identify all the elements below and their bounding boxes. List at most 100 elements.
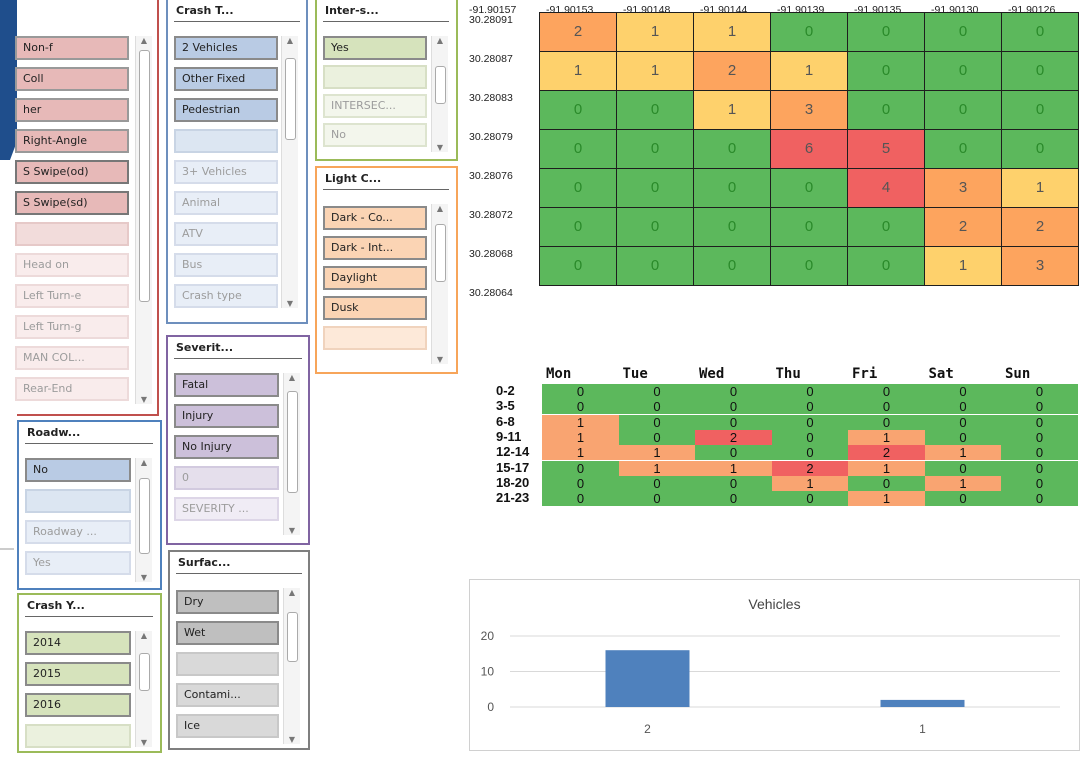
surface-scrollbar[interactable]: ▲ ▼ (283, 588, 300, 744)
slicer-item[interactable]: Dark - Co... (323, 206, 427, 230)
scroll-down-icon[interactable]: ▼ (284, 526, 300, 535)
intersection-scrollbar[interactable]: ▲ ▼ (431, 36, 448, 152)
scroll-thumb[interactable] (139, 478, 150, 554)
heatmap-cell: 0 (693, 129, 771, 169)
slicer-item[interactable]: Non-f (15, 36, 129, 60)
heatmap-cell: 0 (848, 384, 925, 399)
slicer-item[interactable] (174, 129, 278, 153)
scroll-up-icon[interactable]: ▲ (284, 588, 300, 597)
slicer-item[interactable]: 3+ Vehicles (174, 160, 278, 184)
slicer-item[interactable]: Pedestrian (174, 98, 278, 122)
scroll-thumb[interactable] (287, 612, 298, 662)
scroll-down-icon[interactable]: ▼ (284, 735, 300, 744)
slicer-item[interactable] (25, 489, 131, 513)
slicer-item[interactable]: Wet (176, 621, 279, 645)
scroll-down-icon[interactable]: ▼ (136, 395, 152, 404)
slicer-item[interactable]: Other Fixed (174, 67, 278, 91)
slicer-item[interactable]: INTERSEC... (323, 94, 427, 118)
slicer-item[interactable]: Yes (25, 551, 131, 575)
slicer-item[interactable]: 0 (174, 466, 279, 490)
scroll-up-icon[interactable]: ▲ (136, 36, 152, 45)
slicer-item[interactable]: Dark - Int... (323, 236, 427, 260)
heatmap-cell: 5 (847, 129, 925, 169)
slicer-item[interactable]: Animal (174, 191, 278, 215)
slicer-item[interactable]: Right-Angle (15, 129, 129, 153)
slicer-item[interactable]: Daylight (323, 266, 427, 290)
heatmap-cell: 1 (771, 475, 849, 491)
heatmap-cell: 2 (771, 460, 849, 476)
bar[interactable] (605, 650, 690, 707)
slicer-item[interactable]: 2015 (25, 662, 131, 686)
slicer-item[interactable]: No (323, 123, 427, 147)
slicer-item[interactable]: No Injury (174, 435, 279, 459)
slicer-item[interactable]: 2014 (25, 631, 131, 655)
slicer-severity: Severit... Fatal Injury No Injury 0 SEVERITY… (166, 335, 310, 545)
scroll-down-icon[interactable]: ▼ (136, 573, 152, 582)
bar[interactable] (880, 699, 965, 707)
crash-type-scrollbar[interactable]: ▲ ▼ (281, 36, 298, 308)
y-tick-label: 20 (481, 629, 495, 643)
scroll-down-icon[interactable]: ▼ (432, 143, 448, 152)
scroll-thumb[interactable] (435, 66, 446, 104)
slicer-item[interactable]: Dusk (323, 296, 427, 320)
scroll-down-icon[interactable]: ▼ (282, 299, 298, 308)
slicer-item[interactable]: Yes (323, 36, 427, 60)
collision-scrollbar[interactable]: ▲ ▼ (135, 36, 152, 404)
slicer-item[interactable]: Rear-End (15, 377, 129, 401)
scroll-up-icon[interactable]: ▲ (432, 204, 448, 213)
slicer-surface: Surfac... Dry Wet Contami... Ice ▲ ▼ (168, 550, 310, 750)
scroll-thumb[interactable] (287, 391, 298, 493)
slicer-item[interactable]: Crash type (174, 284, 278, 308)
slicer-item[interactable]: Head on (15, 253, 129, 277)
slicer-item[interactable] (323, 65, 427, 89)
heatmap-row-label: 30.28068 (469, 248, 513, 260)
slicer-item[interactable]: Coll (15, 67, 129, 91)
slicer-item[interactable]: Ice (176, 714, 279, 738)
scroll-thumb[interactable] (285, 58, 296, 140)
light-scrollbar[interactable]: ▲ ▼ (431, 204, 448, 364)
scroll-thumb[interactable] (435, 224, 446, 282)
scroll-down-icon[interactable]: ▼ (136, 738, 152, 747)
slicer-item[interactable]: No (25, 458, 131, 482)
slicer-item[interactable]: Contami... (176, 683, 279, 707)
slicer-item[interactable]: S Swipe(od) (15, 160, 129, 184)
scroll-thumb[interactable] (139, 653, 150, 691)
scroll-up-icon[interactable]: ▲ (432, 36, 448, 45)
slicer-item[interactable]: S Swipe(sd) (15, 191, 129, 215)
heatmap-cell: 0 (618, 475, 696, 491)
scroll-thumb[interactable] (139, 50, 150, 302)
slicer-item[interactable]: Injury (174, 404, 279, 428)
slicer-item[interactable]: Fatal (174, 373, 279, 397)
slicer-item[interactable] (323, 326, 427, 350)
slicer-item[interactable] (176, 652, 279, 676)
day-column-label: Wed (699, 366, 725, 382)
heatmap-cell: 0 (618, 414, 696, 430)
slicer-item[interactable]: 2 Vehicles (174, 36, 278, 60)
slicer-item[interactable]: Bus (174, 253, 278, 277)
slicer-item[interactable] (15, 222, 129, 246)
heatmap-cell: 1 (693, 12, 771, 52)
slicer-item[interactable]: her (15, 98, 129, 122)
slicer-item[interactable]: Left Turn-e (15, 284, 129, 308)
slicer-item[interactable]: 2016 (25, 693, 131, 717)
slicer-item[interactable]: MAN COL... (15, 346, 129, 370)
heatmap-cell: 0 (1001, 445, 1078, 461)
heatmap-cell: 0 (616, 246, 694, 286)
slicer-item[interactable]: SEVERITY ... (174, 497, 279, 521)
scroll-up-icon[interactable]: ▲ (284, 373, 300, 382)
crash-year-scrollbar[interactable]: ▲ ▼ (135, 631, 152, 747)
heatmap-cell: 0 (618, 429, 696, 445)
scroll-up-icon[interactable]: ▲ (136, 631, 152, 640)
hour-row-label: 0-2 (496, 383, 515, 398)
heatmap-cell: 0 (924, 129, 1002, 169)
slicer-item[interactable]: Left Turn-g (15, 315, 129, 339)
scroll-down-icon[interactable]: ▼ (432, 355, 448, 364)
severity-scrollbar[interactable]: ▲ ▼ (283, 373, 300, 535)
slicer-item[interactable] (25, 724, 131, 748)
slicer-item[interactable]: ATV (174, 222, 278, 246)
scroll-up-icon[interactable]: ▲ (136, 458, 152, 467)
slicer-item[interactable]: Dry (176, 590, 279, 614)
scroll-up-icon[interactable]: ▲ (282, 36, 298, 45)
slicer-item[interactable]: Roadway ... (25, 520, 131, 544)
roadway-scrollbar[interactable]: ▲ ▼ (135, 458, 152, 582)
